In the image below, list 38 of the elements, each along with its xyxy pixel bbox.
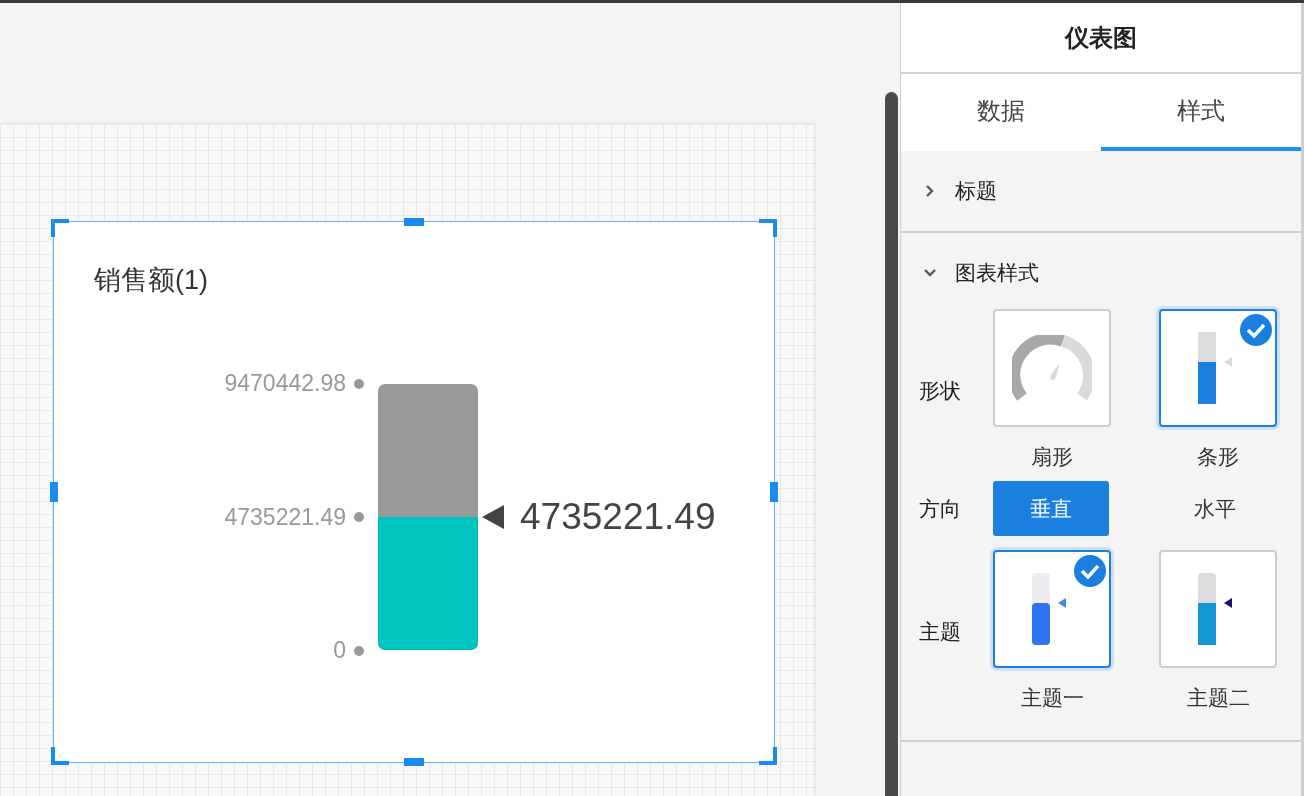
shape-option[interactable] [993, 309, 1112, 427]
edge-handle[interactable] [404, 218, 424, 226]
field-label: 形状 [919, 378, 963, 404]
tick-dot [354, 645, 364, 656]
gauge-value: 4735221.49 [520, 496, 716, 538]
tick-label: 4735221.49 [224, 503, 346, 531]
edge-handle[interactable] [50, 482, 58, 502]
direction-option[interactable]: 垂直 [993, 481, 1110, 536]
check-icon [1239, 313, 1274, 347]
corner-handle[interactable] [759, 747, 777, 765]
tick-label: 9470442.98 [224, 370, 346, 397]
tick-dot [354, 378, 364, 389]
option-label: 条形 [1197, 444, 1240, 470]
panel-title: 仪表图 [901, 3, 1301, 74]
direction-option[interactable]: 水平 [1157, 481, 1274, 536]
corner-handle[interactable] [51, 219, 69, 237]
section-header[interactable]: 图表样式 [901, 233, 1301, 313]
edge-handle[interactable] [770, 482, 778, 502]
field-label: 主题 [919, 619, 963, 645]
pointer-icon [482, 505, 504, 529]
theme-option[interactable] [1159, 550, 1278, 668]
option-label: 主题二 [1186, 685, 1250, 711]
tick-label: 0 [333, 637, 346, 664]
corner-handle[interactable] [51, 747, 69, 765]
tick-dot [354, 512, 364, 522]
theme-option[interactable] [993, 550, 1112, 668]
gauge-icon [1012, 335, 1093, 401]
chart-title: 销售额(1) [94, 264, 208, 297]
scrollbar-thumb[interactable] [885, 92, 899, 796]
option-label: 主题一 [1020, 685, 1084, 711]
chart-card[interactable]: 销售额(1) 9470442.98 4735221.49 0 4735221.49 [53, 221, 775, 763]
check-icon [1073, 554, 1108, 588]
corner-handle[interactable] [759, 219, 777, 237]
section-header[interactable]: 标题 [901, 151, 1301, 231]
edge-handle[interactable] [404, 758, 424, 766]
shape-option[interactable] [1159, 309, 1278, 427]
option-label: 扇形 [1031, 444, 1074, 470]
field-label: 方向 [919, 495, 963, 522]
